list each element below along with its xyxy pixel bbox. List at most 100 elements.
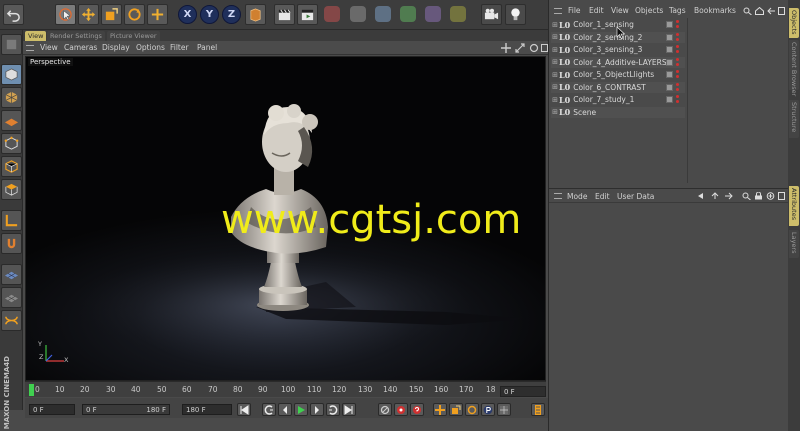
end-frame-field[interactable]: 180 F: [182, 404, 232, 415]
texture-mode-button[interactable]: [1, 87, 22, 108]
visibility-dot-icon[interactable]: [676, 95, 679, 98]
parameter-key-button[interactable]: [481, 403, 495, 416]
make-editable-button[interactable]: [1, 34, 22, 55]
visibility-dot-icon[interactable]: [676, 70, 679, 73]
camera-button[interactable]: [481, 4, 502, 25]
menu-filter[interactable]: Filter: [170, 43, 189, 52]
object-row[interactable]: ⊞ L0 Color_7_study_1: [551, 94, 685, 105]
new-panel-icon[interactable]: [766, 192, 775, 200]
polygons-mode-button[interactable]: [1, 179, 22, 200]
side-tab-layers[interactable]: Layers: [789, 230, 799, 258]
expand-toggle-icon[interactable]: ⊞: [551, 21, 559, 29]
menu-display[interactable]: Display: [102, 43, 130, 52]
go-to-end-button[interactable]: [342, 403, 356, 416]
render-picture-viewer-button[interactable]: [297, 4, 318, 25]
expand-toggle-icon[interactable]: ⊞: [551, 83, 559, 91]
expand-toggle-icon[interactable]: ⊞: [551, 108, 559, 116]
visibility-dot-icon[interactable]: [676, 82, 679, 86]
object-name[interactable]: Scene: [573, 108, 596, 117]
menu-panel[interactable]: Panel: [197, 43, 217, 52]
cube-primitive-icon[interactable]: [350, 6, 366, 22]
expand-toggle-icon[interactable]: ⊞: [551, 96, 559, 104]
previous-keyframe-button[interactable]: [262, 403, 276, 416]
object-row[interactable]: ⊞ L0 Color_3_sensing_3: [551, 44, 685, 55]
tab-picture-viewer[interactable]: Picture Viewer: [107, 31, 160, 41]
om-menu-file[interactable]: File: [568, 6, 581, 15]
x-axis-lock-button[interactable]: X: [178, 5, 197, 24]
visibility-dot-icon[interactable]: [676, 62, 679, 66]
object-name[interactable]: Color_7_study_1: [573, 95, 634, 104]
attr-menu-user-data[interactable]: User Data: [617, 192, 654, 201]
layer-tag-icon[interactable]: [666, 21, 673, 28]
symmetry-button[interactable]: [1, 310, 22, 331]
play-button[interactable]: [294, 403, 308, 416]
layer-tag-icon[interactable]: [666, 33, 673, 41]
z-axis-lock-button[interactable]: Z: [222, 5, 241, 24]
keyframe-selection-button[interactable]: [410, 403, 424, 416]
coordinate-system-button[interactable]: [245, 4, 266, 25]
object-row[interactable]: ⊞ L0 Color_6_CONTRAST: [551, 81, 685, 93]
axis-mode-button[interactable]: [1, 210, 22, 231]
expand-toggle-icon[interactable]: ⊞: [551, 33, 559, 41]
previous-frame-button[interactable]: [278, 403, 292, 416]
deformer-icon[interactable]: [450, 6, 466, 22]
back-arrow-icon[interactable]: [767, 7, 776, 15]
expand-toggle-icon[interactable]: ⊞: [551, 46, 559, 54]
render-view-button[interactable]: [274, 4, 295, 25]
attr-menu-edit[interactable]: Edit: [595, 192, 610, 201]
side-tab-structure[interactable]: Structure: [789, 100, 799, 138]
snap-button[interactable]: [1, 264, 22, 285]
om-menu-view[interactable]: View: [611, 6, 629, 15]
tweak-mode-button[interactable]: [1, 233, 22, 254]
timeline-ruler[interactable]: 0 10 20 30 40 50 60 70 80 90 100 110 120…: [25, 381, 546, 397]
menu-view[interactable]: View: [40, 43, 58, 52]
y-axis-lock-button[interactable]: Y: [200, 5, 219, 24]
start-frame-field[interactable]: 0 F: [29, 404, 75, 415]
object-name[interactable]: Color_2_sensing_2: [573, 33, 642, 42]
forward-arrow-icon[interactable]: [723, 192, 733, 200]
undo-button[interactable]: [3, 4, 24, 25]
rotate-view-icon[interactable]: [529, 43, 539, 53]
up-arrow-icon[interactable]: [710, 192, 720, 200]
tab-render-settings[interactable]: Render Settings: [47, 31, 105, 41]
current-frame-field[interactable]: 0 F: [500, 386, 546, 397]
array-icon[interactable]: [425, 6, 441, 22]
object-row[interactable]: ⊞ L0 Scene: [551, 106, 685, 118]
edges-mode-button[interactable]: [1, 156, 22, 177]
menu-options[interactable]: Options: [136, 43, 165, 52]
panel-menu-icon[interactable]: [778, 7, 785, 15]
side-tab-objects[interactable]: Objects: [789, 8, 799, 38]
add-tool-button[interactable]: [147, 4, 168, 25]
om-menu-tags[interactable]: Tags: [669, 6, 686, 15]
object-row[interactable]: ⊞ L0 Color_5_ObjectLlights: [551, 69, 685, 80]
layer-tag-icon[interactable]: [666, 58, 673, 66]
visibility-dot-icon[interactable]: [676, 100, 679, 103]
expand-toggle-icon[interactable]: ⊞: [551, 58, 559, 66]
layer-tag-icon[interactable]: [666, 46, 673, 53]
object-name[interactable]: Color_6_CONTRAST: [573, 83, 646, 92]
object-name[interactable]: Color_3_sensing_3: [573, 45, 642, 54]
move-tool-button[interactable]: [78, 4, 99, 25]
next-keyframe-button[interactable]: [326, 403, 340, 416]
preview-range-slider[interactable]: 0 F 180 F: [82, 404, 170, 415]
home-icon[interactable]: [755, 7, 764, 15]
lock-icon[interactable]: [754, 192, 763, 200]
search-icon[interactable]: [742, 192, 751, 200]
menu-cameras[interactable]: Cameras: [64, 43, 97, 52]
visibility-dot-icon[interactable]: [676, 25, 679, 28]
timeline-playhead[interactable]: [29, 384, 34, 396]
object-name[interactable]: Color_4_Additive-LAYERS: [573, 58, 666, 67]
light-button[interactable]: [505, 4, 526, 25]
om-menu-edit[interactable]: Edit: [589, 6, 604, 15]
zoom-view-icon[interactable]: [515, 43, 525, 53]
maximize-view-icon[interactable]: [541, 44, 548, 52]
rotate-tool-button[interactable]: [124, 4, 145, 25]
next-frame-button[interactable]: [310, 403, 324, 416]
perspective-viewport[interactable]: Perspective www.cgtsj.com Y Z X: [25, 56, 546, 381]
visibility-dot-icon[interactable]: [676, 87, 679, 91]
pan-view-icon[interactable]: [501, 43, 511, 53]
search-icon[interactable]: [743, 7, 752, 15]
points-mode-button[interactable]: [1, 133, 22, 154]
visibility-dot-icon[interactable]: [676, 45, 679, 48]
om-menu-objects[interactable]: Objects: [635, 6, 663, 15]
